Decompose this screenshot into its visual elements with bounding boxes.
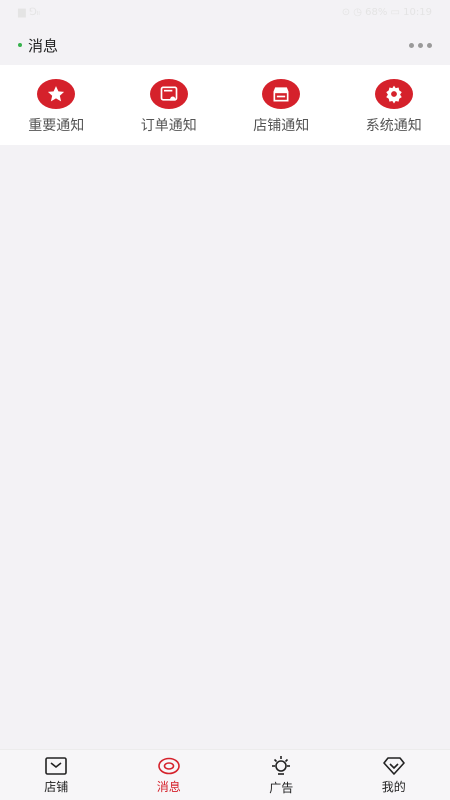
notify-label: 订单通知	[140, 118, 197, 134]
store-tab-icon	[45, 756, 68, 775]
message-list-empty	[0, 145, 450, 750]
notify-label: 店铺通知	[253, 118, 310, 134]
message-tab-icon	[157, 757, 180, 774]
notification-category-panel: 重要通知 订单通知 店铺通知 系统通知	[0, 65, 450, 145]
notify-label: 重要通知	[28, 118, 85, 134]
notify-item-system[interactable]: 系统通知	[338, 65, 450, 145]
tab-label: 广告	[269, 780, 294, 795]
more-menu-button[interactable]	[409, 42, 432, 48]
tab-label: 消息	[156, 779, 181, 794]
tab-ads[interactable]: 广告	[225, 750, 338, 800]
status-bar: ▆ ⅁ₗₗ ⊙ ◷ 68% ▭ 10:19	[0, 0, 450, 24]
notify-label: 系统通知	[365, 118, 422, 134]
page-title: 消息	[28, 36, 59, 55]
notify-item-important[interactable]: 重要通知	[0, 65, 113, 145]
tab-label: 店铺	[44, 779, 69, 794]
star-icon	[37, 79, 76, 109]
tab-store[interactable]: 店铺	[0, 750, 113, 800]
tab-label: 我的	[381, 779, 406, 794]
notify-item-order[interactable]: 订单通知	[113, 65, 226, 145]
notify-item-store[interactable]: 店铺通知	[225, 65, 338, 145]
gear-icon	[374, 79, 413, 109]
online-indicator	[18, 43, 22, 47]
bulb-tab-icon	[272, 755, 291, 775]
tab-mine[interactable]: 我的	[338, 750, 450, 800]
page-header: 消息	[0, 28, 450, 62]
tab-message[interactable]: 消息	[113, 750, 226, 800]
status-bar-right: ⊙ ◷ 68% ▭ 10:19	[341, 6, 432, 18]
bottom-tab-bar: 店铺 消息 广告 我的	[0, 749, 450, 800]
status-bar-left: ▆ ⅁ₗₗ	[18, 6, 40, 18]
order-bell-icon	[149, 79, 188, 109]
diamond-tab-icon	[382, 756, 405, 775]
store-icon	[262, 79, 301, 109]
